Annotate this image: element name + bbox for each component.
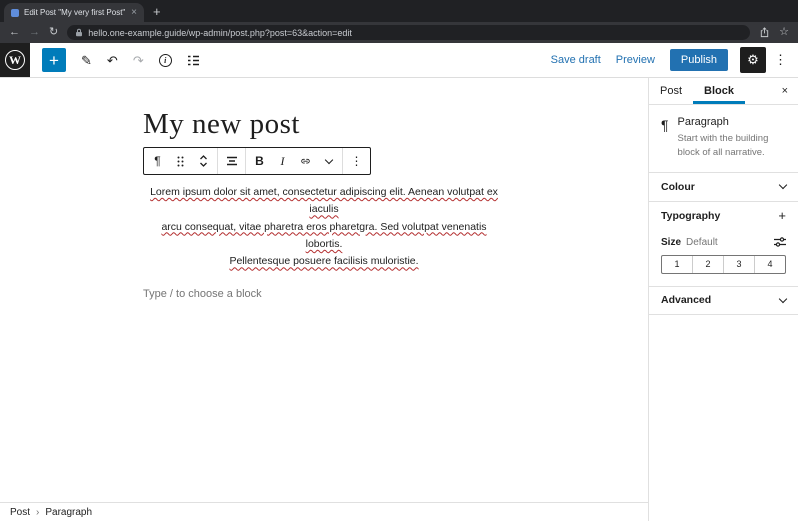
breadcrumb-current[interactable]: Paragraph — [45, 507, 92, 518]
chevron-down-icon — [778, 294, 788, 303]
url-text: hello.one-example.guide/wp-admin/post.ph… — [88, 27, 352, 38]
browser-tab[interactable]: Edit Post "My very first Post" ‹ bl × — [4, 3, 144, 22]
size-option-2[interactable]: 2 — [692, 255, 723, 273]
tools-pencil-icon[interactable]: ✎ — [81, 54, 92, 67]
block-card-title: Paragraph — [677, 116, 729, 128]
close-sidebar-icon[interactable]: × — [772, 85, 798, 97]
editor-canvas: My new post ¶ B I ⋮ Lorem ipsum dolor si… — [0, 78, 648, 502]
post-content-column: My new post ¶ B I ⋮ Lorem ipsum dolor si… — [143, 108, 505, 300]
block-options-kebab-icon[interactable]: ⋮ — [345, 148, 368, 174]
block-card-description: Start with the building block of all nar… — [677, 133, 769, 158]
block-card: ¶ Paragraph Start with the building bloc… — [649, 105, 798, 172]
preview-button[interactable]: Preview — [616, 54, 655, 66]
browser-toolbar: ← → ↻ hello.one-example.guide/wp-admin/p… — [0, 22, 798, 43]
block-appender[interactable]: Type / to choose a block — [143, 288, 505, 300]
share-icon[interactable] — [759, 27, 770, 38]
size-label: Size — [661, 236, 682, 248]
paragraph-line: Pellentesque posuere facilisis muloristi… — [229, 255, 419, 268]
size-option-3[interactable]: 3 — [723, 255, 754, 273]
bold-button[interactable]: B — [248, 148, 271, 174]
chevron-down-icon — [778, 180, 788, 190]
lock-icon — [76, 28, 83, 37]
panel-typography[interactable]: Typography + — [649, 200, 798, 230]
bookmark-star-icon[interactable]: ☆ — [779, 27, 789, 38]
block-breadcrumb-bar: Post › Paragraph — [0, 502, 648, 521]
settings-sidebar: Post Block × ¶ Paragraph Start with the … — [648, 78, 798, 521]
options-kebab-icon[interactable]: ⋮ — [774, 52, 787, 68]
paragraph-block[interactable]: Lorem ipsum dolor sit amet, consectetur … — [143, 184, 505, 271]
paragraph-block-icon[interactable]: ¶ — [146, 148, 169, 174]
list-view-icon[interactable] — [187, 55, 200, 66]
font-size-row: Size Default — [649, 230, 798, 248]
breadcrumb-separator: › — [36, 506, 40, 518]
block-inserter-button[interactable]: + — [42, 48, 66, 72]
publish-button[interactable]: Publish — [669, 49, 728, 71]
drag-handle-icon[interactable] — [169, 148, 192, 174]
size-options-sliders-icon[interactable] — [774, 237, 786, 247]
editor-main: My new post ¶ B I ⋮ Lorem ipsum dolor si… — [0, 78, 798, 521]
redo-icon[interactable]: ↷ — [133, 54, 144, 67]
save-draft-button[interactable]: Save draft — [551, 54, 601, 66]
tab-favicon-icon — [11, 8, 19, 17]
size-value: Default — [686, 236, 718, 248]
sidebar-header: Post Block × — [649, 78, 798, 105]
post-title-field[interactable]: My new post — [143, 108, 505, 141]
new-tab-button[interactable]: + — [153, 5, 161, 18]
size-option-4[interactable]: 4 — [754, 255, 785, 273]
font-size-segmented-control: 1 2 3 4 — [661, 254, 786, 274]
italic-button[interactable]: I — [271, 148, 294, 174]
tab-close-icon[interactable]: × — [131, 7, 137, 18]
undo-icon[interactable]: ↶ — [107, 54, 118, 67]
block-toolbar-group-options: ⋮ — [342, 148, 370, 174]
paragraph-icon: ¶ — [661, 117, 669, 133]
block-toolbar-group-align — [217, 148, 245, 174]
block-toolbar-group-format: B I — [245, 148, 342, 174]
paragraph-line: Lorem ipsum dolor sit amet, consectetur … — [150, 186, 498, 216]
editor-header: W + ✎ ↶ ↷ i Save draft Preview Publish ⚙… — [0, 43, 798, 78]
tab-post[interactable]: Post — [649, 78, 693, 104]
panel-advanced[interactable]: Advanced — [649, 285, 798, 315]
forward-icon[interactable]: → — [29, 27, 40, 38]
paragraph-line: arcu consequat, vitae pharetra eros phar… — [161, 220, 487, 250]
size-option-1[interactable]: 1 — [662, 256, 692, 273]
align-icon[interactable] — [220, 148, 243, 174]
wordpress-w-icon: W — [5, 50, 25, 70]
wordpress-logo[interactable]: W — [0, 43, 30, 77]
panel-colour[interactable]: Colour — [649, 171, 798, 201]
tab-block[interactable]: Block — [693, 78, 745, 104]
link-icon[interactable] — [294, 148, 317, 174]
block-toolbar-group-block: ¶ — [144, 148, 217, 174]
more-formats-chevron-icon[interactable] — [317, 148, 340, 174]
reload-icon[interactable]: ↻ — [49, 27, 58, 38]
breadcrumb-root[interactable]: Post — [10, 507, 30, 518]
tab-title: Edit Post "My very first Post" ‹ bl — [24, 8, 126, 17]
browser-tab-strip: Edit Post "My very first Post" ‹ bl × + — [0, 0, 798, 22]
editor-canvas-column: My new post ¶ B I ⋮ Lorem ipsum dolor si… — [0, 78, 648, 521]
details-info-icon[interactable]: i — [158, 53, 172, 67]
screen: Edit Post "My very first Post" ‹ bl × + … — [0, 0, 798, 521]
back-icon[interactable]: ← — [9, 27, 20, 38]
block-toolbar: ¶ B I ⋮ — [143, 147, 371, 175]
move-up-down-icon[interactable] — [192, 148, 215, 174]
address-bar[interactable]: hello.one-example.guide/wp-admin/post.ph… — [67, 25, 751, 40]
settings-gear-button[interactable]: ⚙ — [740, 47, 766, 73]
typography-plus-icon[interactable]: + — [778, 209, 786, 222]
